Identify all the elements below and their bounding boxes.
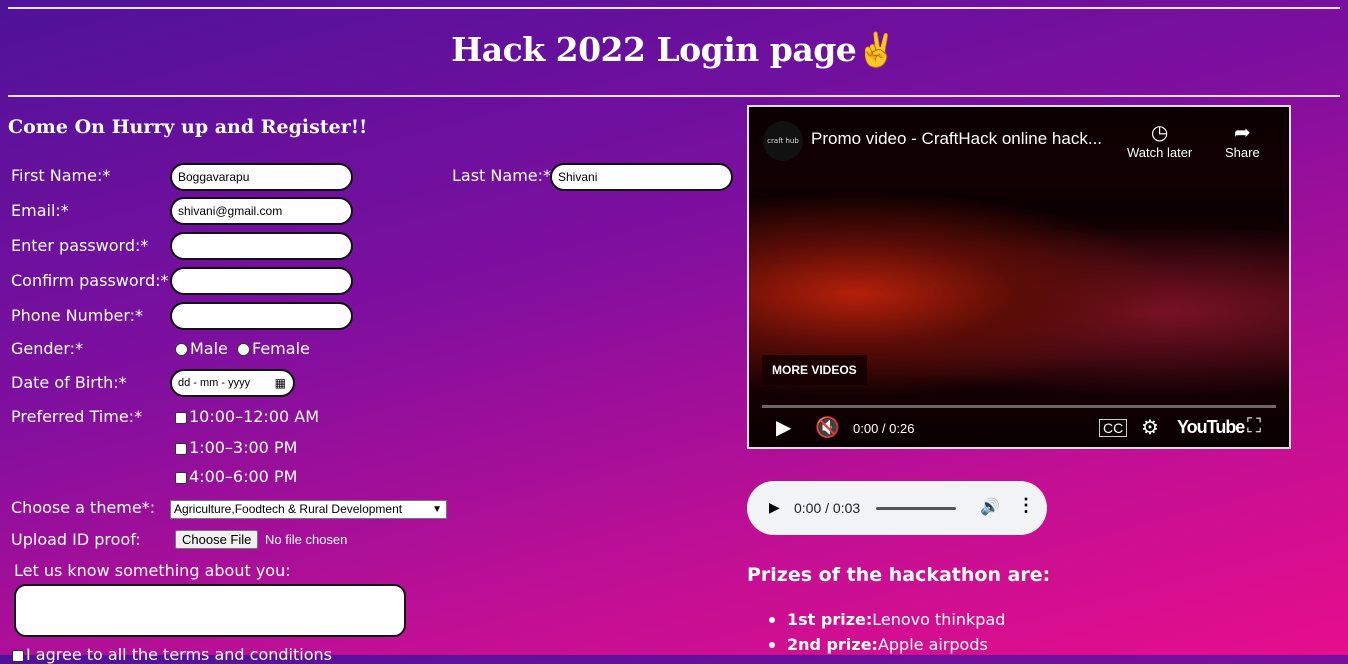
header-divider	[8, 95, 1340, 97]
list-item: 2nd prize:Apple airpods	[769, 635, 988, 654]
choose-file-button[interactable]: Choose File	[175, 530, 259, 549]
form-heading: Come On Hurry up and Register!!	[8, 116, 368, 138]
share-icon: ➦	[1233, 122, 1251, 144]
more-videos-button[interactable]: MORE VIDEOS	[762, 355, 867, 385]
password-field[interactable]	[170, 232, 353, 260]
time-option-3[interactable]: 4:00–6:00 PM	[175, 467, 297, 487]
about-textarea[interactable]	[14, 584, 406, 637]
radio-female[interactable]	[237, 343, 250, 356]
dob-label: Date of Birth:*	[11, 373, 127, 392]
share-button[interactable]: ➦ Share	[1225, 121, 1260, 160]
checkbox-time-3[interactable]	[175, 471, 187, 484]
last-name-field[interactable]: Shivani	[550, 163, 733, 191]
mute-icon[interactable]: 🔇	[815, 415, 840, 440]
gender-male-option[interactable]: Male	[175, 339, 228, 359]
dob-field[interactable]: dd - mm - yyyy ▦	[170, 369, 295, 397]
phone-field[interactable]	[170, 302, 353, 330]
upload-label: Upload ID proof:	[11, 530, 141, 549]
checkbox-time-2[interactable]	[175, 442, 187, 455]
list-item: 1st prize:Lenovo thinkpad	[769, 610, 1005, 629]
video-time: 0:00 / 0:26	[853, 421, 915, 436]
first-name-label: First Name:*	[11, 166, 111, 185]
captions-icon[interactable]: CC	[1099, 419, 1128, 437]
checkbox-terms[interactable]	[12, 649, 24, 662]
youtube-logo[interactable]: YouTube	[1177, 417, 1245, 438]
first-name-field[interactable]: Boggavarapu	[170, 163, 353, 191]
gender-female-option[interactable]: Female	[237, 339, 310, 359]
volume-icon[interactable]: 🔊	[980, 497, 1000, 517]
audio-time: 0:00 / 0:03	[794, 500, 861, 516]
email-field[interactable]: shivani@gmail.com	[170, 197, 353, 225]
preferred-time-label: Preferred Time:*	[11, 407, 143, 426]
channel-avatar[interactable]: craft hub	[763, 121, 803, 161]
phone-label: Phone Number:*	[11, 306, 144, 325]
gender-label: Gender:*	[11, 339, 84, 358]
fullscreen-icon[interactable]: ⛶	[1247, 415, 1261, 438]
email-label: Email:*	[11, 201, 69, 220]
checkbox-time-1[interactable]	[175, 411, 187, 424]
confirm-password-field[interactable]	[170, 267, 353, 295]
video-player[interactable]: craft hub Promo video - CraftHack online…	[747, 105, 1291, 449]
time-option-1[interactable]: 10:00–12:00 AM	[175, 407, 319, 427]
radio-male[interactable]	[175, 343, 188, 356]
theme-label: Choose a theme*:	[11, 498, 156, 517]
video-title[interactable]: Promo video - CraftHack online hack...	[811, 129, 1102, 149]
last-name-label: Last Name:*	[452, 166, 552, 185]
page-title: Hack 2022 Login page✌️	[451, 30, 897, 69]
watch-later-button[interactable]: ◷ Watch later	[1127, 121, 1192, 160]
play-icon[interactable]: ▶	[776, 415, 791, 440]
top-divider	[8, 7, 1340, 9]
audio-seek-bar[interactable]	[876, 507, 956, 510]
gear-icon[interactable]: ⚙	[1141, 415, 1159, 440]
file-status: No file chosen	[265, 532, 348, 547]
chevron-down-icon: ▼	[432, 504, 442, 515]
theme-select[interactable]: Agriculture,Foodtech & Rural Development…	[170, 500, 447, 519]
play-icon[interactable]: ▶	[769, 499, 780, 516]
audio-player[interactable]: ▶ 0:00 / 0:03 🔊 ⋮	[747, 481, 1047, 535]
video-progress-bar[interactable]	[762, 405, 1276, 408]
more-options-icon[interactable]: ⋮	[1017, 495, 1035, 516]
confirm-password-label: Confirm password:*	[11, 271, 169, 290]
clock-icon: ◷	[1150, 122, 1169, 144]
password-label: Enter password:*	[11, 236, 149, 255]
prizes-heading: Prizes of the hackathon are:	[747, 564, 1051, 586]
time-option-2[interactable]: 1:00–3:00 PM	[175, 438, 297, 458]
calendar-icon[interactable]: ▦	[275, 371, 286, 395]
about-label: Let us know something about you:	[14, 561, 291, 580]
